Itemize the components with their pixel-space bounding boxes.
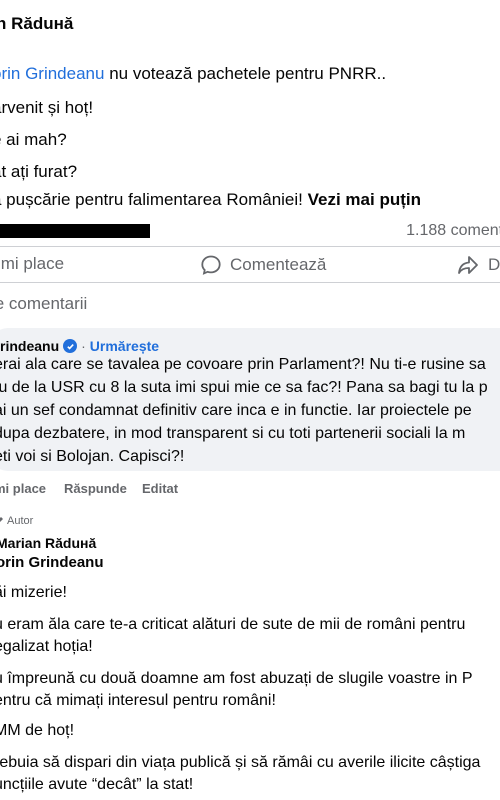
share-icon	[458, 256, 478, 274]
reply-text-line: u eram ăla care te-a criticat alături de…	[0, 616, 466, 633]
comment-text-line: erai ala care se tavalea pe covoare prin…	[0, 356, 486, 373]
reply-mention[interactable]: orin Grindeanu	[0, 554, 104, 571]
reply-text-line: ăi mizerie!	[0, 584, 67, 601]
post-author-name[interactable]: n Răduнă	[0, 14, 73, 34]
post-line-3: e ai mah?	[0, 130, 67, 149]
reply-author-name[interactable]: Marian Răduнă	[0, 535, 96, 551]
comment-author: rindeanu · Urmărește	[0, 338, 159, 354]
comment-like-button[interactable]: mi place	[0, 481, 46, 496]
share-label: D	[488, 255, 500, 274]
comments-filter-label[interactable]: te comentarii	[0, 294, 87, 314]
verified-badge-icon	[63, 339, 78, 353]
author-badge-label: Autor	[7, 515, 34, 527]
post-text: a pușcărie pentru falimentarea României!	[0, 190, 308, 209]
divider	[0, 246, 500, 247]
comment-text-line: tu de la USR cu 8 la suta imi spui mie c…	[0, 379, 488, 396]
author-badge: Autor	[0, 515, 33, 527]
comment-button[interactable]: Comentează	[200, 254, 326, 276]
post-line-1: orin Grindeanu nu votează pachetele pent…	[0, 64, 386, 84]
facebook-post-page: n Răduнă orin Grindeanu nu votează pache…	[0, 0, 500, 800]
reply-text-line: MM de hoț!	[0, 722, 75, 739]
comment-text-line: dupa dezbatere, in mod transparent si cu…	[0, 425, 466, 442]
share-button[interactable]: D	[456, 254, 500, 276]
reply-text-line: u împreună cu două doamne am fost abuzaț…	[0, 670, 473, 687]
reply-text-line: entru că mimați interesul pentru români!	[0, 692, 276, 709]
redacted-reactions	[0, 224, 150, 238]
post-text: nu votează pachetele pentru PNRR..	[104, 64, 387, 83]
like-label: ìmi place	[0, 254, 65, 273]
reply-text-line: egalizat hoția!	[0, 638, 93, 655]
dot-separator: ·	[81, 338, 86, 354]
comment-icon	[201, 255, 221, 275]
divider	[0, 282, 500, 283]
reply-text-line: uncțiile avute “decât” la stat!	[0, 776, 194, 793]
comment-label: Comentează	[230, 255, 327, 274]
post-line-5: a pușcărie pentru falimentarea României!…	[0, 190, 421, 210]
comment-author-name[interactable]: rindeanu	[0, 338, 59, 354]
pen-icon	[0, 517, 3, 522]
mention-link[interactable]: orin Grindeanu	[0, 64, 104, 83]
see-less-link[interactable]: Vezi mai puțin	[308, 190, 421, 209]
comment-text-line: eti voi si Bolojan. Capisci?!	[0, 448, 185, 465]
post-line-2: arvenit și hoț!	[0, 98, 94, 117]
like-button[interactable]: ìmi place	[0, 254, 64, 274]
follow-button[interactable]: Urmărește	[90, 338, 159, 354]
comment-edited-label: Editat	[142, 481, 179, 496]
comment-text-line: ai un sef condamnat definitiv care inca …	[0, 402, 472, 419]
comments-count[interactable]: 1.188 comenta	[406, 222, 500, 240]
reply-text-line: rebuia să dispari din viața publică și s…	[0, 754, 481, 771]
post-line-4: at ați furat?	[0, 162, 78, 181]
comment-reply-button[interactable]: Răspunde	[64, 481, 127, 496]
